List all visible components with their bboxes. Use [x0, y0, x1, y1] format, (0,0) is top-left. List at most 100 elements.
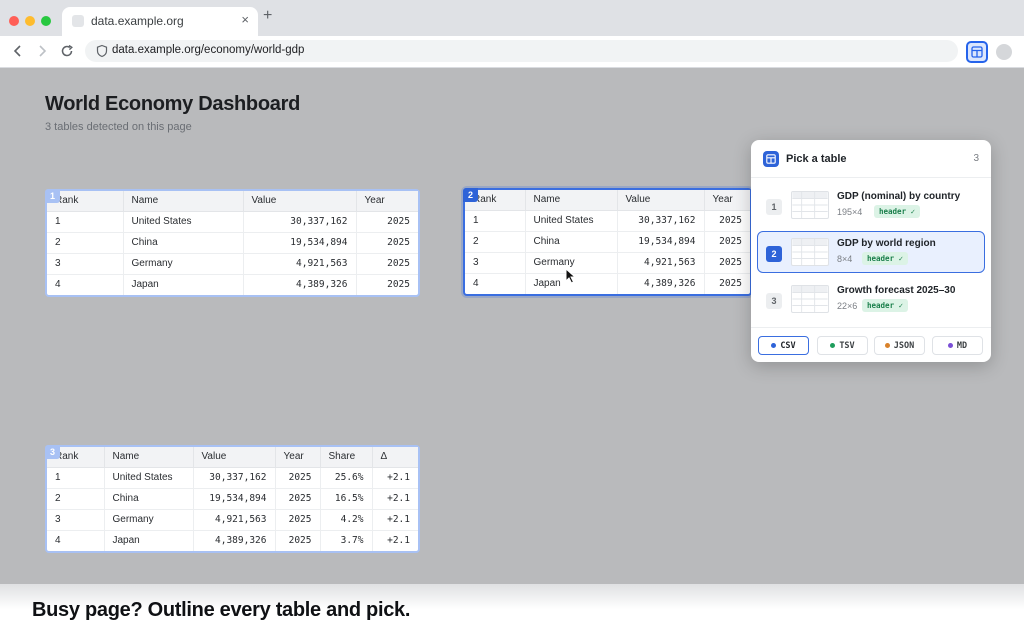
format-dot-icon: [830, 343, 836, 348]
tab-close-icon[interactable]: ×: [241, 12, 249, 27]
table-cell: +2.1: [372, 509, 418, 531]
table-cell: 4,389,326: [243, 274, 357, 295]
table-outline-2[interactable]: 2 Rank Name Value Year 1 United States 30,…: [463, 188, 752, 296]
table-row: 3 Germany 4,921,563 2025: [465, 252, 750, 274]
table-cell: 4,389,326: [617, 273, 705, 294]
table-cell: 19,534,894: [193, 488, 276, 510]
pick-item-label: GDP by world region: [837, 238, 936, 249]
pick-item-dims: 8×4: [837, 254, 853, 264]
table-cell: 2025: [387, 279, 410, 291]
table-extension-button[interactable]: [966, 41, 988, 63]
header-tag: header ✓: [874, 205, 921, 218]
table-cell: Germany: [123, 253, 244, 275]
favicon-icon: [72, 15, 84, 27]
table-cell: 25.6%: [320, 467, 373, 489]
back-button[interactable]: [9, 42, 27, 60]
table-cell: United States: [525, 210, 618, 232]
column-header: Year: [704, 190, 750, 211]
table-cell: 30,337,162: [193, 467, 276, 489]
table-header-row: Rank Name Value Year: [47, 191, 418, 212]
table-row: 3 Germany 4,921,563 2025 4.2% +2.1: [47, 509, 418, 531]
table-cell: United States: [123, 211, 244, 233]
pick-table-popup: Pick a table 3 1 GDP (nominal) by countr…: [751, 140, 991, 362]
column-header: Name: [123, 191, 244, 212]
data-table: Rank Name Value Year 1 United States 30,33…: [465, 190, 750, 294]
table-row: 1 United States 30,337,162 2025 25.6% +2.1: [47, 467, 418, 489]
table-cell: 2025: [704, 210, 750, 232]
column-header: Value: [617, 190, 705, 211]
pick-item-1[interactable]: 1 GDP (nominal) by country 195×4 header …: [757, 184, 985, 226]
column-header: Value: [243, 191, 357, 212]
table-cell: 19,534,894: [617, 231, 705, 253]
popup-title: Pick a table: [786, 153, 847, 165]
format-csv-button[interactable]: CSV: [758, 336, 809, 355]
table-cell: 2025: [719, 278, 742, 290]
pick-item-dims: 22×6: [837, 301, 858, 311]
data-table: Rank Name Value Year 1 United States 30,33…: [47, 191, 418, 295]
arrow-left-icon: [13, 45, 21, 57]
table-cell: +2.1: [372, 467, 418, 489]
tab-title: data.example.org: [91, 14, 184, 28]
table-cell: 2025: [275, 467, 321, 489]
format-tsv-button[interactable]: TSV: [817, 336, 868, 355]
table-cell: Japan: [123, 274, 244, 295]
table-cell: 19,534,894: [243, 232, 357, 254]
format-dot-icon: [884, 343, 890, 348]
column-header: Share: [320, 447, 373, 468]
table-cell: +2.1: [372, 488, 418, 510]
table-cell: 2025: [704, 252, 750, 274]
table-cell: 2025: [275, 488, 321, 510]
table-row: 3 Germany 4,921,563 2025: [47, 253, 418, 275]
page-title: World Economy Dashboard: [45, 93, 300, 115]
browser-tab[interactable]: data.example.org ×: [62, 7, 258, 36]
pick-item-number: 3: [766, 293, 782, 309]
table-row: 4 Japan 4,389,326 2025: [465, 273, 750, 294]
format-dot-icon: [771, 343, 777, 348]
pick-item-number: 2: [766, 246, 782, 262]
table-thumbnail-icon: [791, 285, 829, 313]
profile-avatar[interactable]: [996, 44, 1012, 60]
table-outline-1[interactable]: 1 Rank Name Value Year 1 United States 30,…: [45, 189, 420, 297]
maximize-window-button[interactable]: [41, 16, 51, 26]
pick-item-3[interactable]: 3 Growth forecast 2025–30 22×6 header ✓: [757, 278, 985, 320]
table-header-row: Rank Name Value Year Share Δ: [47, 447, 418, 468]
table-outline-3[interactable]: 3 Rank Name Value Year Share Δ 1 United S…: [45, 445, 420, 553]
caption-text: Busy page? Outline every table and pick.: [32, 599, 411, 621]
table-cell: 3.7%: [320, 530, 373, 551]
table-cell: 30,337,162: [617, 210, 705, 232]
table-thumbnail-icon: [791, 238, 829, 266]
new-tab-button[interactable]: +: [263, 7, 272, 25]
minimize-window-button[interactable]: [25, 16, 35, 26]
table-cell: United States: [104, 467, 194, 489]
column-header: Year: [275, 447, 321, 468]
table-cell: +2.1: [387, 535, 410, 547]
table-cell: 2025: [356, 232, 418, 254]
header-tag: header ✓: [862, 252, 909, 265]
format-dot-icon: [947, 343, 953, 348]
shield-icon: [96, 44, 108, 58]
forward-button[interactable]: [33, 42, 51, 60]
format-label: MD: [956, 340, 968, 351]
table-cell: 16.5%: [320, 488, 373, 510]
column-header: Δ: [372, 447, 418, 468]
format-json-button[interactable]: JSON: [874, 336, 925, 355]
table-cell: 4,389,326: [193, 530, 276, 551]
table-cell: 1: [47, 467, 105, 489]
close-window-button[interactable]: [9, 16, 19, 26]
page-subtitle: 3 tables detected on this page: [45, 121, 192, 133]
table-icon: [763, 151, 779, 167]
pick-item-2[interactable]: 2 GDP by world region 8×4 header ✓: [757, 231, 985, 273]
table-badge: 3: [45, 445, 60, 459]
table-row: 4 Japan 4,389,326 2025 3.7% +2.1: [47, 530, 418, 551]
table-cell: 30,337,162: [243, 211, 357, 233]
table-cell: 2025: [275, 530, 321, 551]
table-row: 4 Japan 4,389,326 2025: [47, 274, 418, 295]
url-text[interactable]: data.example.org/economy/world-gdp: [112, 44, 304, 56]
table-row: 2 China 19,534,894 2025 16.5% +2.1: [47, 488, 418, 510]
table-cell: 4,921,563: [243, 253, 357, 275]
reload-button[interactable]: [58, 42, 76, 60]
table-row: 2 China 19,534,894 2025: [465, 231, 750, 253]
address-bar[interactable]: data.example.org/economy/world-gdp: [85, 40, 958, 62]
column-header: Name: [104, 447, 194, 468]
format-md-button[interactable]: MD: [932, 336, 983, 355]
